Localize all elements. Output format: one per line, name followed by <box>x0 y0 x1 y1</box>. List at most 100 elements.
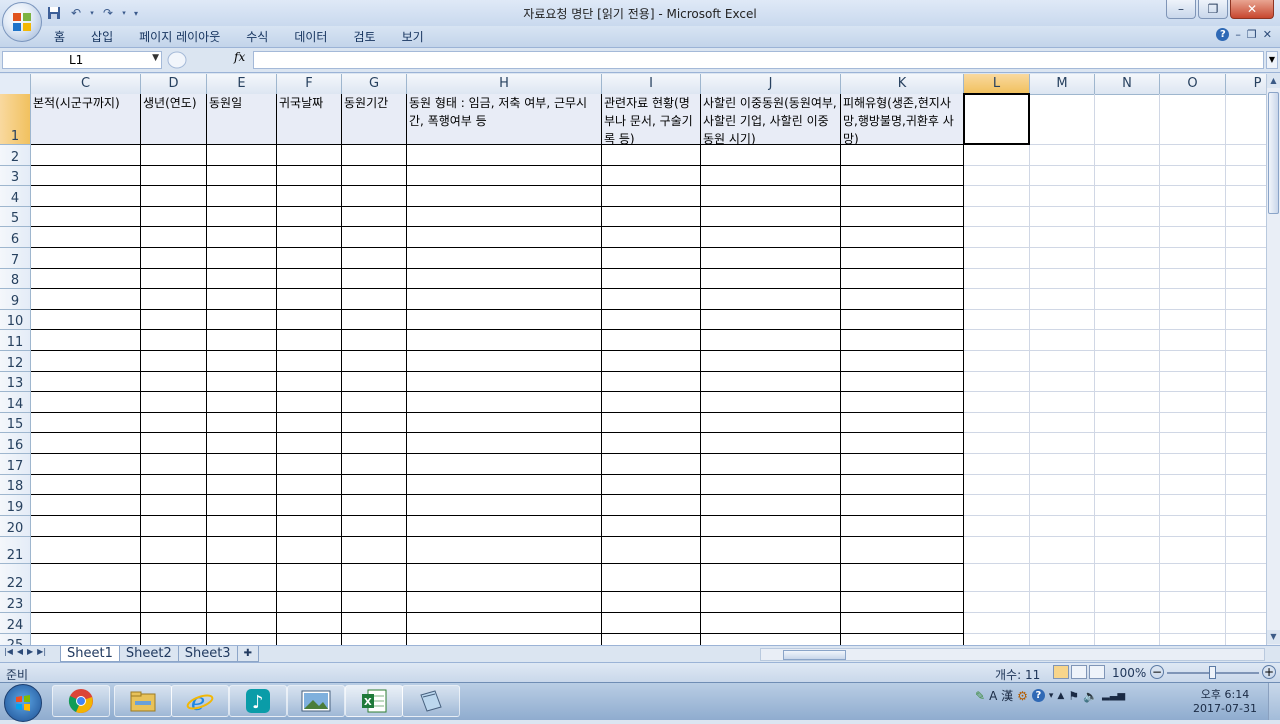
row-header-2[interactable]: 2 <box>0 145 31 166</box>
cell-n7[interactable] <box>1095 248 1160 269</box>
cell-h14[interactable] <box>407 392 602 413</box>
column-header-g[interactable]: G <box>342 74 407 94</box>
cell-g16[interactable] <box>342 433 407 454</box>
cell-p14[interactable] <box>1226 392 1266 413</box>
cell-f15[interactable] <box>277 413 342 433</box>
cell-o16[interactable] <box>1160 433 1226 454</box>
cell-f7[interactable] <box>277 248 342 269</box>
cell-m17[interactable] <box>1030 454 1095 475</box>
normal-view-icon[interactable] <box>1053 665 1069 679</box>
cell-h7[interactable] <box>407 248 602 269</box>
cell-h23[interactable] <box>407 592 602 613</box>
cell-o20[interactable] <box>1160 516 1226 537</box>
cell-o24[interactable] <box>1160 613 1226 634</box>
close-icon[interactable]: ✕ <box>1263 28 1272 41</box>
cell-k23[interactable] <box>841 592 964 613</box>
tab-data[interactable]: 데이터 <box>281 28 340 46</box>
sheet-tab-1[interactable]: Sheet1 <box>60 646 120 662</box>
cell-n16[interactable] <box>1095 433 1160 454</box>
cell-l13[interactable] <box>964 372 1030 392</box>
cell-c12[interactable] <box>31 351 141 372</box>
cell-d2[interactable] <box>141 145 207 166</box>
cell-g4[interactable] <box>342 186 407 207</box>
row-header-18[interactable]: 18 <box>0 475 31 495</box>
vertical-scroll-thumb[interactable] <box>1268 92 1279 214</box>
close-icon[interactable]: ✕ <box>1230 0 1274 19</box>
row-header-14[interactable]: 14 <box>0 392 31 413</box>
cell-i17[interactable] <box>602 454 701 475</box>
cell-k3[interactable] <box>841 166 964 186</box>
input-mode-text[interactable]: A 漢 <box>989 687 1013 704</box>
cell-e1[interactable]: 동원일 <box>207 94 277 145</box>
chevron-down-icon[interactable]: ▼ <box>152 53 159 63</box>
cell-m9[interactable] <box>1030 289 1095 310</box>
cell-l1[interactable] <box>964 94 1030 145</box>
tab-home[interactable]: 홈 <box>44 28 78 46</box>
column-header-o[interactable]: O <box>1160 74 1226 94</box>
last-sheet-icon[interactable]: ▶| <box>37 647 46 656</box>
formula-input[interactable] <box>253 51 1264 69</box>
expand-formula-bar-icon[interactable]: ▼ <box>1266 51 1278 69</box>
cell-i14[interactable] <box>602 392 701 413</box>
cell-c14[interactable] <box>31 392 141 413</box>
cell-g11[interactable] <box>342 330 407 351</box>
cell-n25[interactable] <box>1095 634 1160 645</box>
prev-sheet-icon[interactable]: ◀ <box>17 647 23 656</box>
cell-p6[interactable] <box>1226 227 1266 248</box>
cell-i4[interactable] <box>602 186 701 207</box>
cell-k7[interactable] <box>841 248 964 269</box>
cell-m22[interactable] <box>1030 564 1095 592</box>
help-icon[interactable]: ? <box>1031 689 1045 702</box>
cell-m20[interactable] <box>1030 516 1095 537</box>
show-desktop-button[interactable] <box>1268 683 1280 720</box>
cell-i25[interactable] <box>602 634 701 645</box>
cell-p1[interactable] <box>1226 94 1266 145</box>
page-layout-view-icon[interactable] <box>1071 665 1087 679</box>
cell-d19[interactable] <box>141 495 207 516</box>
cell-g15[interactable] <box>342 413 407 433</box>
music-player-icon[interactable]: ♪ <box>229 685 287 717</box>
cell-h9[interactable] <box>407 289 602 310</box>
cell-k21[interactable] <box>841 537 964 564</box>
cell-d5[interactable] <box>141 207 207 227</box>
cell-j25[interactable] <box>701 634 841 645</box>
cell-j5[interactable] <box>701 207 841 227</box>
cell-m24[interactable] <box>1030 613 1095 634</box>
minimize-icon[interactable]: – <box>1166 0 1196 19</box>
cell-i3[interactable] <box>602 166 701 186</box>
internet-explorer-icon[interactable]: e <box>171 685 229 717</box>
chrome-icon[interactable] <box>52 685 110 717</box>
cell-g13[interactable] <box>342 372 407 392</box>
zoom-slider-thumb[interactable] <box>1209 666 1216 679</box>
cell-f3[interactable] <box>277 166 342 186</box>
cell-g5[interactable] <box>342 207 407 227</box>
next-sheet-icon[interactable]: ▶ <box>27 647 33 656</box>
cell-j20[interactable] <box>701 516 841 537</box>
tab-view[interactable]: 보기 <box>389 28 437 46</box>
cell-f9[interactable] <box>277 289 342 310</box>
cell-o15[interactable] <box>1160 413 1226 433</box>
cell-c15[interactable] <box>31 413 141 433</box>
cell-c6[interactable] <box>31 227 141 248</box>
cell-j10[interactable] <box>701 310 841 330</box>
cell-o25[interactable] <box>1160 634 1226 645</box>
cell-f11[interactable] <box>277 330 342 351</box>
cell-p8[interactable] <box>1226 269 1266 289</box>
cell-f1[interactable]: 귀국날짜 <box>277 94 342 145</box>
cell-d7[interactable] <box>141 248 207 269</box>
cell-p3[interactable] <box>1226 166 1266 186</box>
column-header-c[interactable]: C <box>31 74 141 94</box>
cell-j12[interactable] <box>701 351 841 372</box>
cell-k18[interactable] <box>841 475 964 495</box>
cell-o1[interactable] <box>1160 94 1226 145</box>
cell-h2[interactable] <box>407 145 602 166</box>
cell-g24[interactable] <box>342 613 407 634</box>
cell-d24[interactable] <box>141 613 207 634</box>
column-header-j[interactable]: J <box>701 74 841 94</box>
row-header-9[interactable]: 9 <box>0 289 31 310</box>
cell-n23[interactable] <box>1095 592 1160 613</box>
clock-time[interactable]: 오후 6:14 <box>1195 686 1255 702</box>
cell-h20[interactable] <box>407 516 602 537</box>
scroll-down-icon[interactable]: ▼ <box>1267 630 1280 644</box>
cell-g8[interactable] <box>342 269 407 289</box>
